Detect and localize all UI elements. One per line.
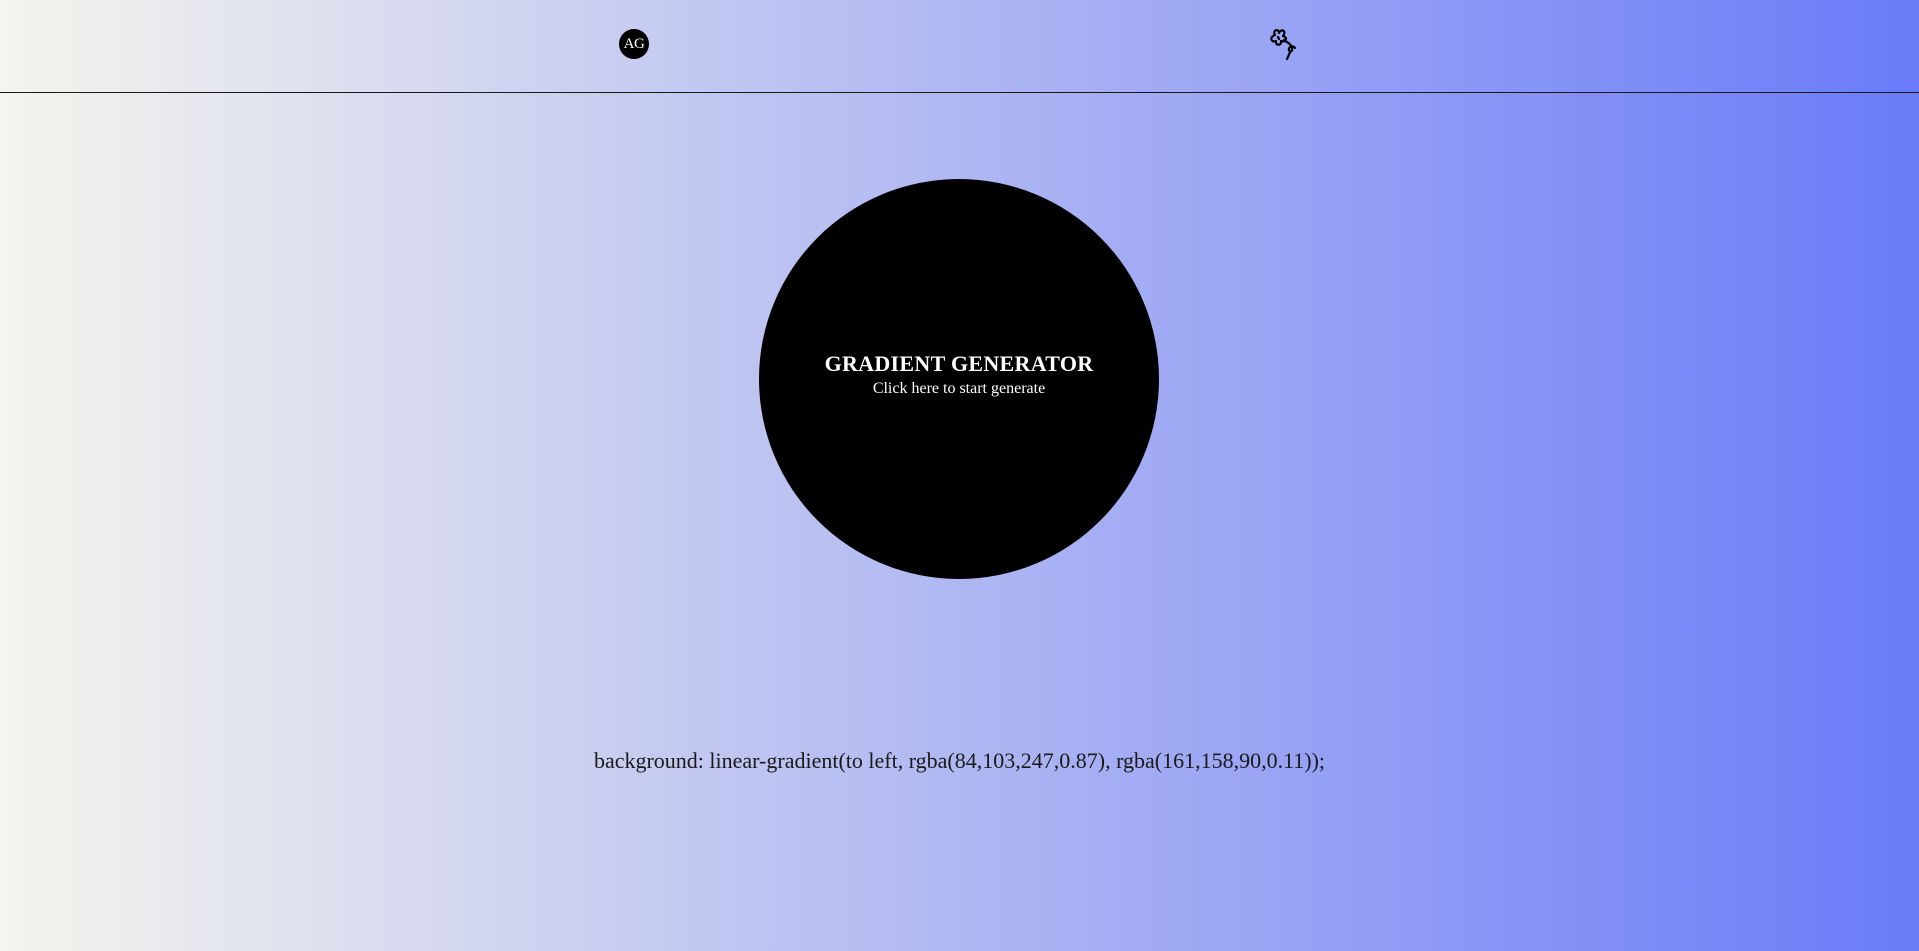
logo-badge[interactable]: AG bbox=[619, 29, 649, 59]
top-navigation-bar: AG bbox=[0, 0, 1919, 93]
hero-title: GRADIENT GENERATOR bbox=[824, 350, 1094, 376]
css-output-text[interactable]: background: linear-gradient(to left, rgb… bbox=[0, 748, 1919, 774]
hero-subtitle: Click here to start generate bbox=[872, 379, 1046, 397]
flower-icon[interactable] bbox=[1266, 26, 1300, 62]
generate-button[interactable]: GRADIENT GENERATOR Click here to start g… bbox=[759, 179, 1159, 579]
